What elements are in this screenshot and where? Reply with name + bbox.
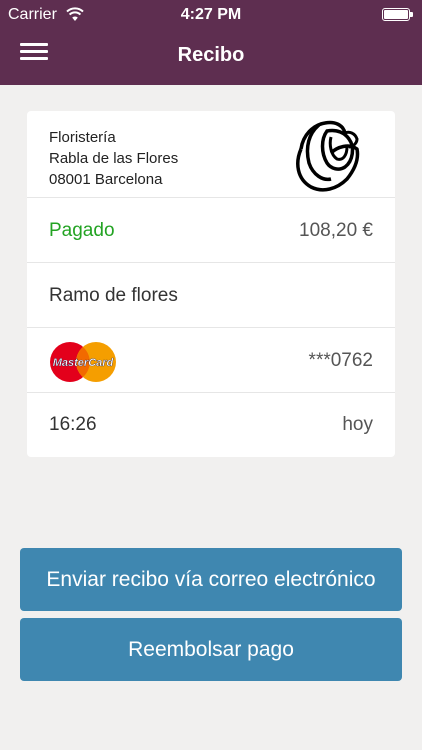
merchant-name: Floristería — [49, 129, 116, 146]
payment-description: Ramo de flores — [49, 285, 178, 306]
status-time: 4:27 PM — [180, 6, 242, 23]
mastercard-icon: MasterCard — [50, 342, 116, 382]
payment-row: Pagado 108,20 € — [27, 198, 395, 263]
status-bar: Carrier 4:27 PM — [0, 0, 422, 30]
merchant-row: Floristería Rabla de las Flores 08001 Ba… — [27, 111, 395, 198]
top-bar: Carrier 4:27 PM Recibo — [0, 0, 422, 85]
merchant-city: 08001 Barcelona — [49, 171, 163, 188]
payment-status: Pagado — [49, 220, 115, 241]
card-number: ***0762 — [308, 350, 373, 371]
battery-icon — [382, 8, 413, 21]
time-row: 16:26 hoy — [27, 393, 395, 457]
email-receipt-button[interactable]: Enviar recibo vía correo electrónico — [20, 548, 402, 611]
page-title: Recibo — [177, 44, 245, 66]
card-row: MasterCard ***0762 — [27, 328, 395, 393]
merchant-street: Rabla de las Flores — [49, 150, 179, 167]
payment-date: hoy — [342, 414, 373, 435]
description-row: Ramo de flores — [27, 263, 395, 328]
rose-logo-icon — [296, 120, 360, 192]
receipt-card: Floristería Rabla de las Flores 08001 Ba… — [27, 111, 395, 457]
payment-amount: 108,20 € — [299, 220, 373, 241]
payment-time: 16:26 — [49, 414, 97, 435]
refund-button[interactable]: Reembolsar pago — [20, 618, 402, 681]
merchant-address: Floristería Rabla de las Flores 08001 Ba… — [49, 127, 178, 190]
mastercard-wordmark: MasterCard — [53, 357, 114, 369]
